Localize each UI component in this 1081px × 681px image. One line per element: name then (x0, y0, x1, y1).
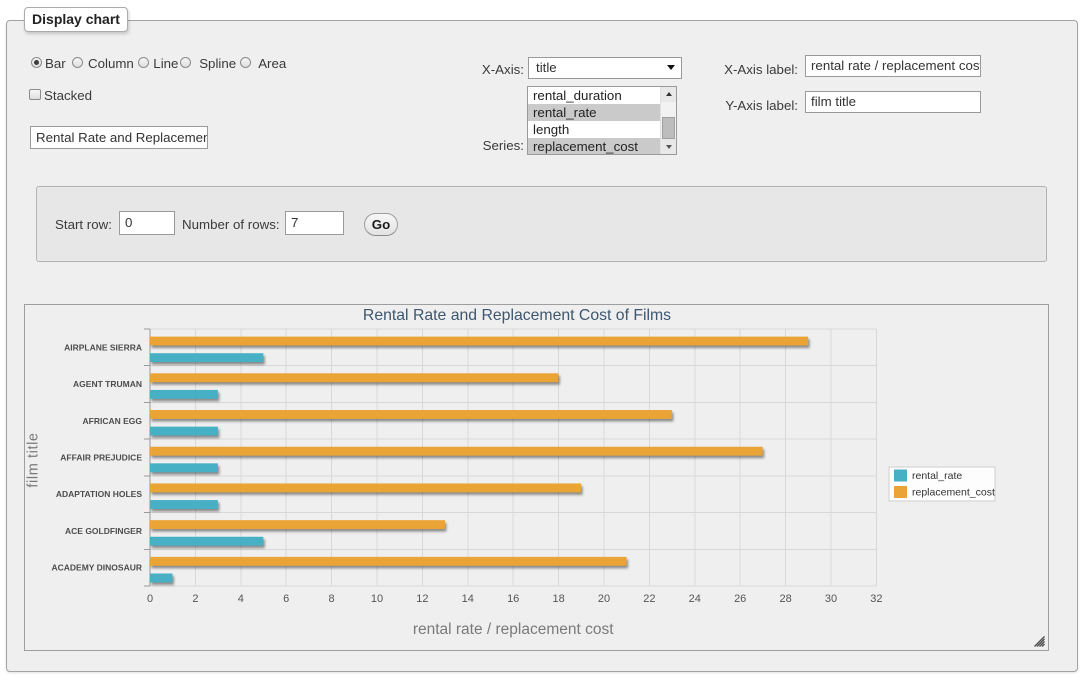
svg-text:AGENT TRUMAN: AGENT TRUMAN (73, 379, 142, 389)
svg-text:film title: film title (26, 432, 42, 487)
svg-text:32: 32 (870, 593, 882, 605)
svg-text:10: 10 (371, 593, 383, 605)
svg-text:26: 26 (734, 593, 746, 605)
svg-text:14: 14 (462, 593, 474, 605)
svg-text:6: 6 (283, 593, 289, 605)
svg-text:Rental Rate and Replacement Co: Rental Rate and Replacement Cost of Film… (363, 307, 671, 324)
svg-text:4: 4 (238, 593, 244, 605)
svg-text:12: 12 (416, 593, 428, 605)
svg-text:20: 20 (598, 593, 610, 605)
svg-text:rental rate / replacement cost: rental rate / replacement cost (413, 621, 614, 638)
svg-text:AIRPLANE SIERRA: AIRPLANE SIERRA (64, 342, 142, 352)
svg-text:ADAPTATION HOLES: ADAPTATION HOLES (56, 489, 142, 499)
svg-text:18: 18 (552, 593, 564, 605)
svg-text:ACE GOLDFINGER: ACE GOLDFINGER (65, 526, 142, 536)
svg-text:ACADEMY DINOSAUR: ACADEMY DINOSAUR (51, 563, 142, 573)
svg-text:rental_rate: rental_rate (912, 470, 962, 482)
svg-text:22: 22 (643, 593, 655, 605)
svg-text:28: 28 (779, 593, 791, 605)
svg-text:16: 16 (507, 593, 519, 605)
svg-text:8: 8 (329, 593, 335, 605)
svg-text:24: 24 (689, 593, 701, 605)
svg-text:2: 2 (192, 593, 198, 605)
svg-text:30: 30 (825, 593, 837, 605)
svg-text:0: 0 (147, 593, 153, 605)
svg-text:replacement_cost: replacement_cost (912, 487, 995, 499)
svg-text:AFRICAN EGG: AFRICAN EGG (83, 416, 143, 426)
svg-text:AFFAIR PREJUDICE: AFFAIR PREJUDICE (60, 453, 142, 463)
